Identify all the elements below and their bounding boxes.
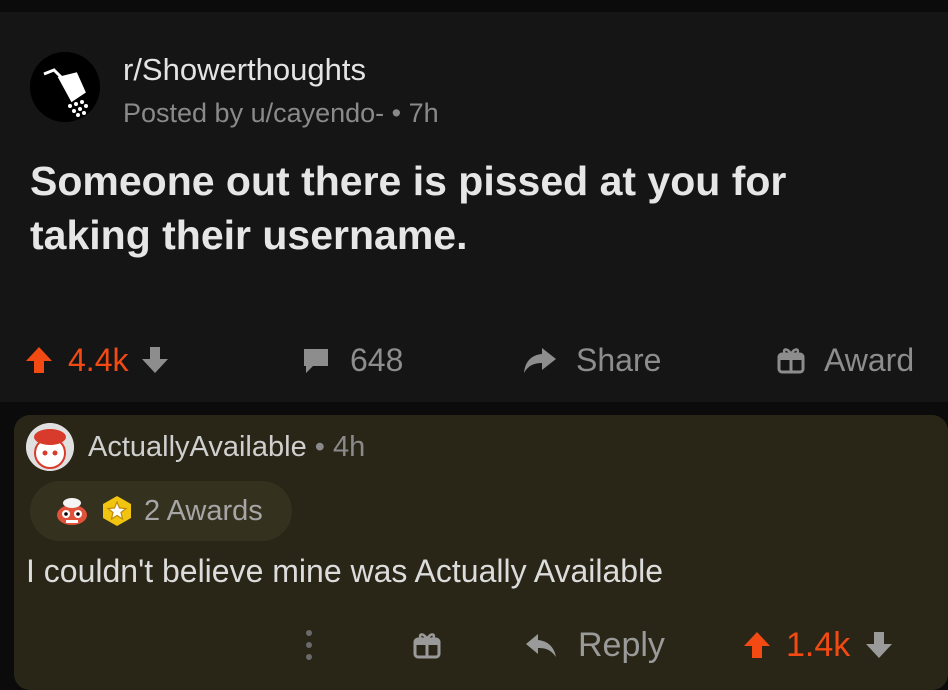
reply-icon — [524, 630, 558, 660]
comments-button[interactable]: 648 — [300, 340, 403, 380]
comment-score: 1.4k — [786, 625, 851, 664]
more-options-button[interactable] — [304, 625, 314, 665]
give-award-button[interactable] — [412, 625, 442, 665]
share-button[interactable]: Share — [522, 340, 661, 380]
comment-author-line[interactable]: ActuallyAvailable • 4h — [88, 431, 365, 464]
awards-count: 2 Awards — [144, 494, 263, 527]
downvote-icon[interactable] — [864, 630, 894, 660]
wholesome-award-icon — [54, 493, 90, 529]
downvote-icon[interactable] — [140, 345, 170, 375]
upvote-icon[interactable] — [742, 630, 772, 660]
comment-body: I couldn't believe mine was Actually Ava… — [26, 553, 663, 589]
comment-time: • 4h — [306, 431, 366, 463]
gift-icon — [412, 630, 442, 660]
upvote-icon[interactable] — [24, 345, 54, 375]
reply-button[interactable]: Reply — [524, 625, 665, 665]
gift-icon — [776, 345, 806, 375]
post-score: 4.4k — [68, 341, 129, 378]
post-title[interactable]: Someone out there is pissed at you for t… — [30, 154, 910, 262]
subreddit-name[interactable]: r/Showerthoughts — [123, 52, 366, 88]
more-vertical-icon — [304, 628, 314, 662]
showerthoughts-icon[interactable] — [30, 52, 100, 122]
comment-count: 648 — [350, 341, 404, 378]
awards-pill[interactable]: 2 Awards — [30, 481, 292, 541]
post-card[interactable]: r/Showerthoughts Posted by u/cayendo- • … — [0, 12, 948, 402]
award-label: Award — [824, 341, 915, 378]
gold-award-icon — [100, 494, 134, 528]
comment-author[interactable]: ActuallyAvailable — [88, 431, 307, 463]
avatar[interactable] — [26, 423, 74, 471]
share-icon — [522, 344, 558, 376]
post-meta[interactable]: Posted by u/cayendo- • 7h — [123, 98, 439, 129]
post-vote-bar: 4.4k — [24, 340, 170, 380]
share-label: Share — [576, 341, 662, 378]
comment-card[interactable]: ActuallyAvailable • 4h 2 Awards I couldn… — [14, 415, 948, 690]
comment-vote-bar: 1.4k — [742, 625, 894, 665]
reply-label: Reply — [578, 625, 665, 664]
comment-icon — [300, 344, 332, 376]
award-button[interactable]: Award — [776, 340, 914, 380]
